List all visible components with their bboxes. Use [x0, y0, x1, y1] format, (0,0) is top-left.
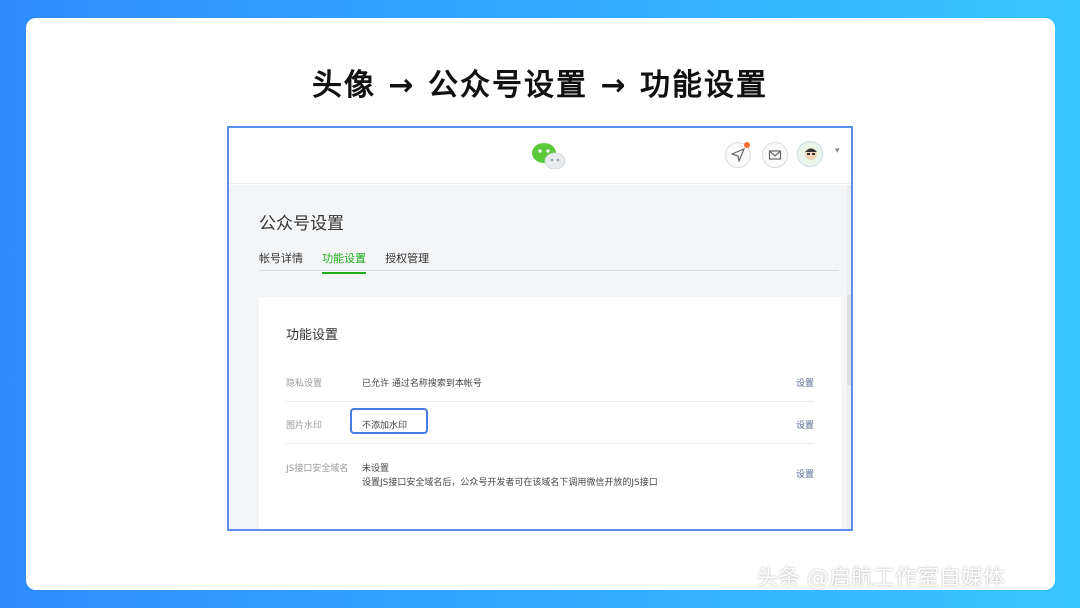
page-title: 公众号设置: [259, 214, 344, 234]
message-button[interactable]: [762, 142, 788, 168]
privacy-settings-link[interactable]: 设置: [796, 376, 814, 389]
notification-button[interactable]: [725, 142, 751, 168]
setting-label: JS接口安全域名: [286, 464, 349, 474]
top-bar: ▾: [229, 128, 851, 184]
setting-row-privacy: 隐私设置 已允许 通过名称搜索到本帐号 设置: [286, 372, 814, 402]
setting-row-watermark: 图片水印 不添加水印 设置: [286, 408, 814, 444]
notification-dot: [744, 142, 750, 148]
setting-row-js-domain: JS接口安全域名 未设置 设置JS接口安全域名后，公众号开发者可在该域名下调用微…: [286, 457, 814, 493]
tab-function-settings[interactable]: 功能设置: [322, 250, 367, 274]
wechat-logo-icon: [532, 143, 566, 170]
screenshot-frame: ▾ 公众号设置 帐号详情 功能设置 授权管理 功能设置 隐私设置 已允许 通过名…: [227, 126, 853, 531]
chevron-down-icon[interactable]: ▾: [835, 146, 840, 156]
setting-label: 图片水印: [286, 421, 323, 431]
avatar[interactable]: [797, 141, 823, 167]
mail-icon: [768, 150, 782, 160]
setting-value: 不添加水印: [362, 421, 408, 431]
tab-authorization[interactable]: 授权管理: [385, 250, 429, 274]
send-icon: [731, 148, 745, 162]
setting-label: 隐私设置: [286, 379, 323, 389]
scroll-thumb[interactable]: [847, 295, 851, 385]
setting-description: 设置JS接口安全域名后，公众号开发者可在该域名下调用微信开放的JS接口: [362, 478, 658, 488]
setting-value: 未设置: [362, 464, 390, 474]
avatar-icon: [799, 143, 822, 166]
watermark-text: 头条 @启航工作室自媒体: [756, 566, 1005, 591]
tab-account-details[interactable]: 帐号详情: [259, 250, 303, 274]
watermark-settings-link[interactable]: 设置: [796, 418, 814, 431]
scrollbar[interactable]: [847, 185, 851, 529]
headline: 头像 → 公众号设置 → 功能设置: [311, 68, 769, 103]
tab-bar: 帐号详情 功能设置 授权管理: [259, 247, 839, 274]
settings-panel: 功能设置 隐私设置 已允许 通过名称搜索到本帐号 设置 图片水印 不添加水印 设…: [259, 297, 841, 529]
setting-value: 已允许 通过名称搜索到本帐号: [362, 379, 482, 389]
js-domain-settings-link[interactable]: 设置: [796, 467, 814, 480]
main-content: 公众号设置 帐号详情 功能设置 授权管理 功能设置 隐私设置 已允许 通过名称搜…: [229, 185, 851, 529]
panel-title: 功能设置: [286, 328, 339, 343]
